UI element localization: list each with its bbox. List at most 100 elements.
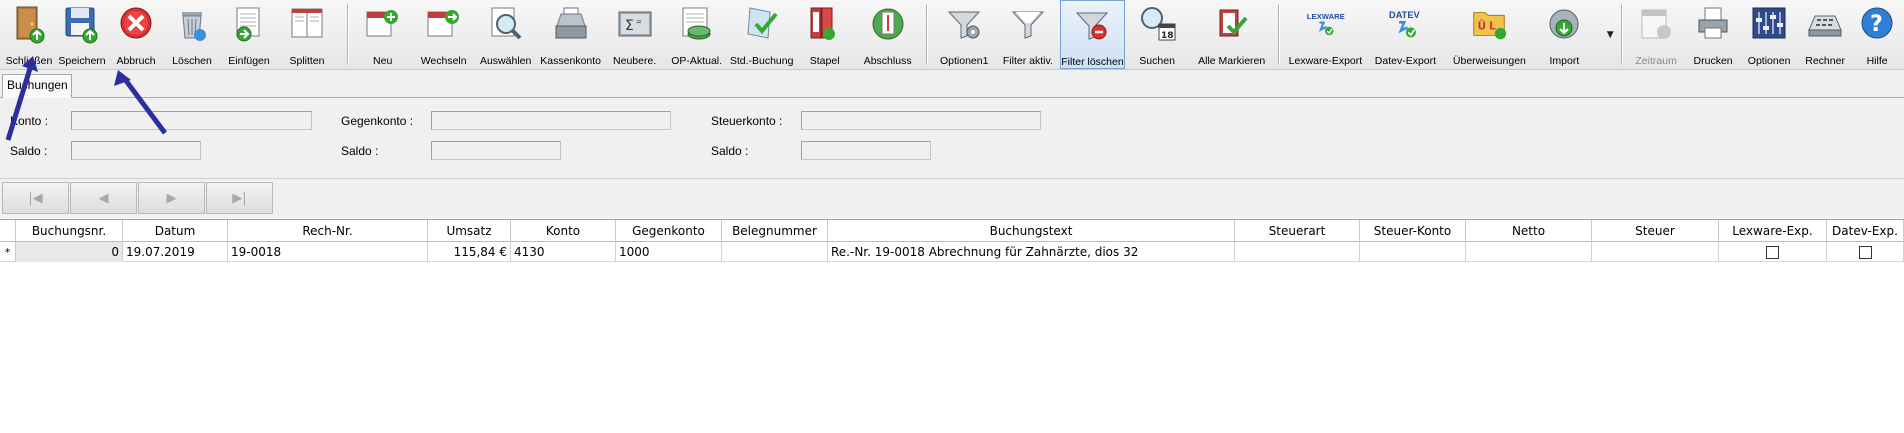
toolbar-overflow-dropdown[interactable]: ▼ (1601, 0, 1619, 69)
stack-books-icon (804, 3, 846, 45)
col-datev-exp[interactable]: Datev-Exp. (1827, 220, 1904, 242)
import-label: Import (1549, 55, 1580, 67)
schliessen-label: Schließen (5, 55, 53, 67)
optionen1-button[interactable]: Optionen1 (932, 0, 996, 69)
cell-umsatz[interactable]: 115,84 € (428, 242, 511, 262)
toolbar-group-export: LEXWARE Lexware-Export DATEV Datev-Expor… (1282, 0, 1601, 69)
import-globe-icon (1543, 3, 1585, 45)
cell-rechnr[interactable]: 19-0018 (228, 242, 428, 262)
col-buchungsnr[interactable]: Buchungsnr. (16, 220, 123, 242)
tab-buchungen-label: Buchungen (7, 78, 68, 92)
cell-buchungsnr[interactable]: 0 (16, 242, 123, 262)
lexware-export-button[interactable]: LEXWARE Lexware-Export (1284, 0, 1366, 69)
gegenkonto-field[interactable] (431, 111, 671, 130)
svg-text:?: ? (1870, 12, 1883, 37)
col-steuerkonto[interactable]: Steuer-Konto (1360, 220, 1466, 242)
nav-next-button[interactable]: ▶ (138, 182, 205, 214)
col-rechnr[interactable]: Rech-Nr. (228, 220, 428, 242)
opaktual-button[interactable]: OP-Aktual. (665, 0, 729, 69)
import-button[interactable]: Import (1534, 0, 1594, 69)
col-datum[interactable]: Datum (123, 220, 228, 242)
stdbuchung-button[interactable]: Std.-Buchung (729, 0, 795, 69)
steuerkonto-field[interactable] (801, 111, 1041, 130)
schliessen-button[interactable]: Schließen (2, 0, 56, 69)
speichern-button[interactable]: Speichern (56, 0, 108, 69)
neu-label: Neu (373, 55, 393, 67)
nav-first-button[interactable]: |◀ (2, 182, 69, 214)
auswaehlen-button[interactable]: Auswählen (475, 0, 537, 69)
cell-gegenkonto[interactable]: 1000 (616, 242, 722, 262)
cell-steuerkonto[interactable] (1360, 242, 1466, 262)
filteraktiv-label: Filter aktiv. (1002, 55, 1053, 67)
col-steuer[interactable]: Steuer (1592, 220, 1719, 242)
abschluss-button[interactable]: Abschluss (855, 0, 921, 69)
steuerkonto-label: Steuerkonto : (711, 114, 783, 128)
cell-netto[interactable] (1466, 242, 1592, 262)
kassenkonto-button[interactable]: Kassenkonto (537, 0, 605, 69)
drucken-button[interactable]: Drucken (1685, 0, 1741, 69)
wechseln-button[interactable]: Wechseln (413, 0, 475, 69)
table-row[interactable]: * 0 19.07.2019 19-0018 115,84 € 4130 100… (0, 242, 1904, 262)
rechner-button[interactable]: Rechner (1797, 0, 1853, 69)
splitten-button[interactable]: Splitten (278, 0, 336, 69)
datev-export-button[interactable]: DATEV Datev-Export (1366, 0, 1444, 69)
sliders-options-icon (1748, 3, 1790, 45)
cell-steuer[interactable] (1592, 242, 1719, 262)
ueberweisungen-label: Überweisungen (1452, 55, 1526, 67)
auswaehlen-label: Auswählen (479, 55, 532, 67)
suchen-button[interactable]: 18 Suchen (1125, 0, 1189, 69)
svg-text:=: = (636, 18, 642, 26)
speichern-label: Speichern (58, 55, 106, 67)
col-steuerart[interactable]: Steuerart (1235, 220, 1360, 242)
loeschen-button[interactable]: Löschen (164, 0, 220, 69)
filteraktiv-button[interactable]: Filter aktiv. (996, 0, 1060, 69)
col-konto[interactable]: Konto (511, 220, 616, 242)
floppy-save-icon (61, 3, 103, 45)
datev-export-icon: DATEV (1384, 3, 1426, 45)
cell-konto[interactable]: 4130 (511, 242, 616, 262)
rechner-label: Rechner (1805, 55, 1845, 67)
datev-exp-checkbox[interactable] (1858, 245, 1872, 259)
cell-belegnummer[interactable] (722, 242, 828, 262)
ueberweisungen-button[interactable]: Ü L Überweisungen (1444, 0, 1534, 69)
lexware-export-label: Lexware-Export (1288, 55, 1363, 67)
check-mark-all-icon (1211, 3, 1253, 45)
calculator-icon (1804, 3, 1846, 45)
col-netto[interactable]: Netto (1466, 220, 1592, 242)
tab-buchungen[interactable]: Buchungen (2, 74, 72, 99)
neu-button[interactable]: Neu (353, 0, 413, 69)
svg-text:Σ: Σ (625, 18, 634, 34)
toolbar-group-edit: Schließen Speichern Abbruch Löschen Einf… (0, 0, 345, 69)
konto-field[interactable] (71, 111, 312, 130)
hilfe-button[interactable]: ? Hilfe (1853, 0, 1901, 69)
lexware-export-icon: LEXWARE (1304, 3, 1346, 45)
lexware-exp-checkbox[interactable] (1766, 245, 1779, 259)
funnel-options-icon (943, 3, 985, 45)
help-question-icon: ? (1856, 3, 1898, 45)
cell-datum[interactable]: 19.07.2019 (123, 242, 228, 262)
hilfe-label: Hilfe (1866, 55, 1888, 67)
col-lexware-exp[interactable]: Lexware-Exp. (1719, 220, 1827, 242)
optionen-button[interactable]: Optionen (1741, 0, 1797, 69)
recycle-bin-icon (171, 3, 213, 45)
col-buchungstext[interactable]: Buchungstext (828, 220, 1235, 242)
cell-buchungstext[interactable]: Re.-Nr. 19-0018 Abrechnung für Zahnärzte… (828, 242, 1235, 262)
abbruch-button[interactable]: Abbruch (108, 0, 164, 69)
col-umsatz[interactable]: Umsatz (428, 220, 511, 242)
zeitraum-button[interactable]: Zeitraum (1627, 0, 1685, 69)
toolbar-group-booking: Neu Wechseln Auswählen Kassenkonto Σ = N… (351, 0, 925, 69)
allemarkieren-button[interactable]: Alle Markieren (1189, 0, 1275, 69)
nav-last-button[interactable]: ▶| (206, 182, 273, 214)
neubere-label: Neubere. (613, 55, 657, 67)
col-gegenkonto[interactable]: Gegenkonto (616, 220, 722, 242)
saldo-field-3 (801, 141, 931, 160)
col-belegnummer[interactable]: Belegnummer (722, 220, 828, 242)
filterloeschen-button[interactable]: Filter löschen (1059, 0, 1126, 69)
nav-prev-button[interactable]: ◀ (70, 182, 137, 214)
neubere-button[interactable]: Σ = Neubere. (605, 0, 665, 69)
stapel-button[interactable]: Stapel (795, 0, 855, 69)
wechseln-label: Wechseln (420, 55, 467, 67)
svg-text:Ü: Ü (1478, 19, 1487, 33)
cell-steuerart[interactable] (1235, 242, 1360, 262)
einfuegen-button[interactable]: Einfügen (220, 0, 278, 69)
